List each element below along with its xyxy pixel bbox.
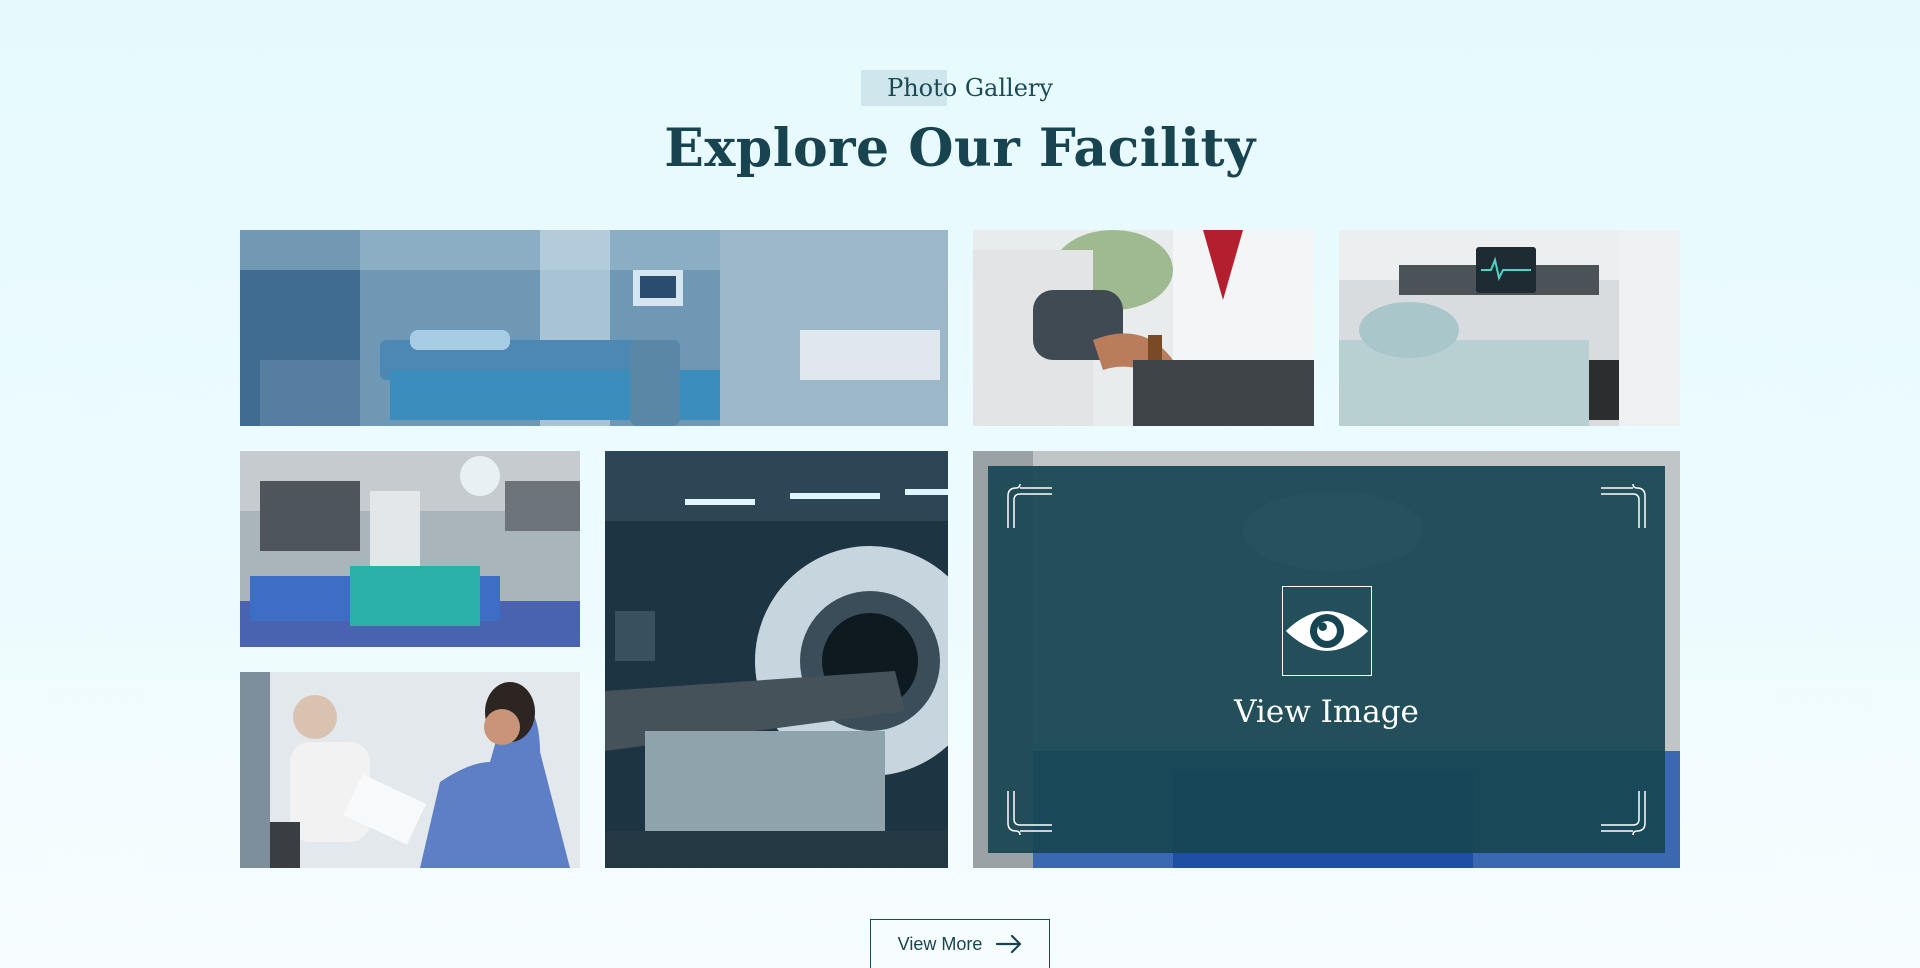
section-title: Explore Our Facility [664,118,1256,179]
view-image-label: View Image [1234,694,1419,730]
gallery-image-ward[interactable] [240,230,948,426]
eyebrow-text: Photo Gallery [887,74,1053,102]
corner-ornament-icon [1601,484,1647,530]
view-image-overlay[interactable]: View Image [988,466,1665,853]
bed-photo [1339,230,1680,426]
ward-photo [240,230,948,426]
gallery-image-surgery[interactable]: View Image [973,451,1680,868]
operating-room-photo [240,451,580,647]
gallery-image-mri[interactable] [605,451,948,868]
gallery-image-nurse[interactable] [240,672,580,868]
corner-ornament-icon [1006,789,1052,835]
photo-gallery-tag: Photo Gallery [861,70,1059,106]
gallery-image-bed[interactable] [1339,230,1680,426]
view-image-button[interactable] [1281,586,1372,676]
corner-ornament-icon [1006,484,1052,530]
section-eyebrow: Photo Gallery [0,70,1920,106]
mri-photo [605,451,948,868]
view-more-button[interactable]: View More [870,919,1050,968]
doctor-photo [973,230,1314,426]
gallery-image-doctor[interactable] [973,230,1314,426]
gallery-image-operating-room[interactable] [240,451,580,647]
view-more-label: View More [897,933,983,954]
arrow-right-icon [996,935,1022,953]
eye-icon [1285,611,1368,651]
nurse-photo [240,672,580,868]
corner-ornament-icon [1601,789,1647,835]
